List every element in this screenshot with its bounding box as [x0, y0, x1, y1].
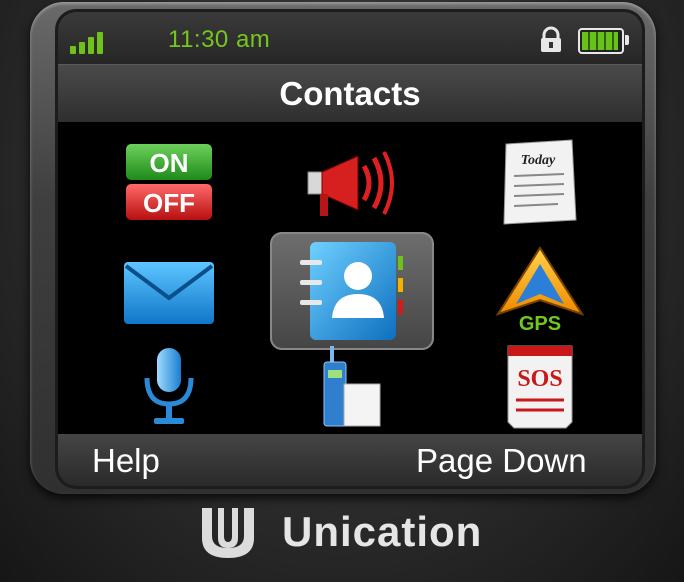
gps-icon[interactable]: GPS	[494, 242, 586, 334]
megaphone-icon[interactable]	[302, 144, 398, 224]
microphone-icon[interactable]	[138, 344, 200, 430]
status-time: 11:30 am	[168, 26, 271, 53]
battery-full-icon	[578, 28, 629, 54]
signal-bars-icon	[70, 28, 114, 54]
mail-envelope-icon[interactable]	[122, 258, 216, 328]
status-bar: 11:30 am	[58, 12, 642, 64]
unication-logo-icon	[202, 508, 254, 558]
pager-device: 11:30 am Contacts ON OFF Today GPS SOS H…	[0, 0, 684, 582]
gps-label: GPS	[519, 313, 561, 334]
softkey-page-down[interactable]: Page Down	[416, 442, 587, 480]
off-label: OFF	[143, 188, 195, 218]
contacts-icon	[300, 242, 403, 340]
softkey-help[interactable]: Help	[92, 442, 160, 480]
on-off-icon[interactable]: ON OFF	[124, 142, 214, 222]
calendar-today-icon[interactable]: Today	[498, 138, 580, 228]
brand-name: Unication	[282, 508, 483, 555]
lock-icon	[541, 26, 561, 52]
menu-icon-grid: ON OFF Today GPS SOS	[58, 122, 642, 434]
today-label: Today	[521, 153, 556, 168]
sos-label: SOS	[517, 366, 562, 392]
screen-title: Contacts	[279, 75, 421, 112]
softkey-bar: Help Page Down	[58, 434, 642, 486]
radio-icon[interactable]	[316, 344, 388, 430]
contacts-selected-tile[interactable]	[270, 232, 434, 350]
brand-area: Unication	[0, 498, 684, 568]
on-label: ON	[150, 148, 189, 178]
title-bar: Contacts	[58, 64, 642, 123]
device-screen: 11:30 am Contacts ON OFF Today GPS SOS H…	[58, 12, 642, 486]
sos-icon[interactable]: SOS	[502, 342, 578, 432]
